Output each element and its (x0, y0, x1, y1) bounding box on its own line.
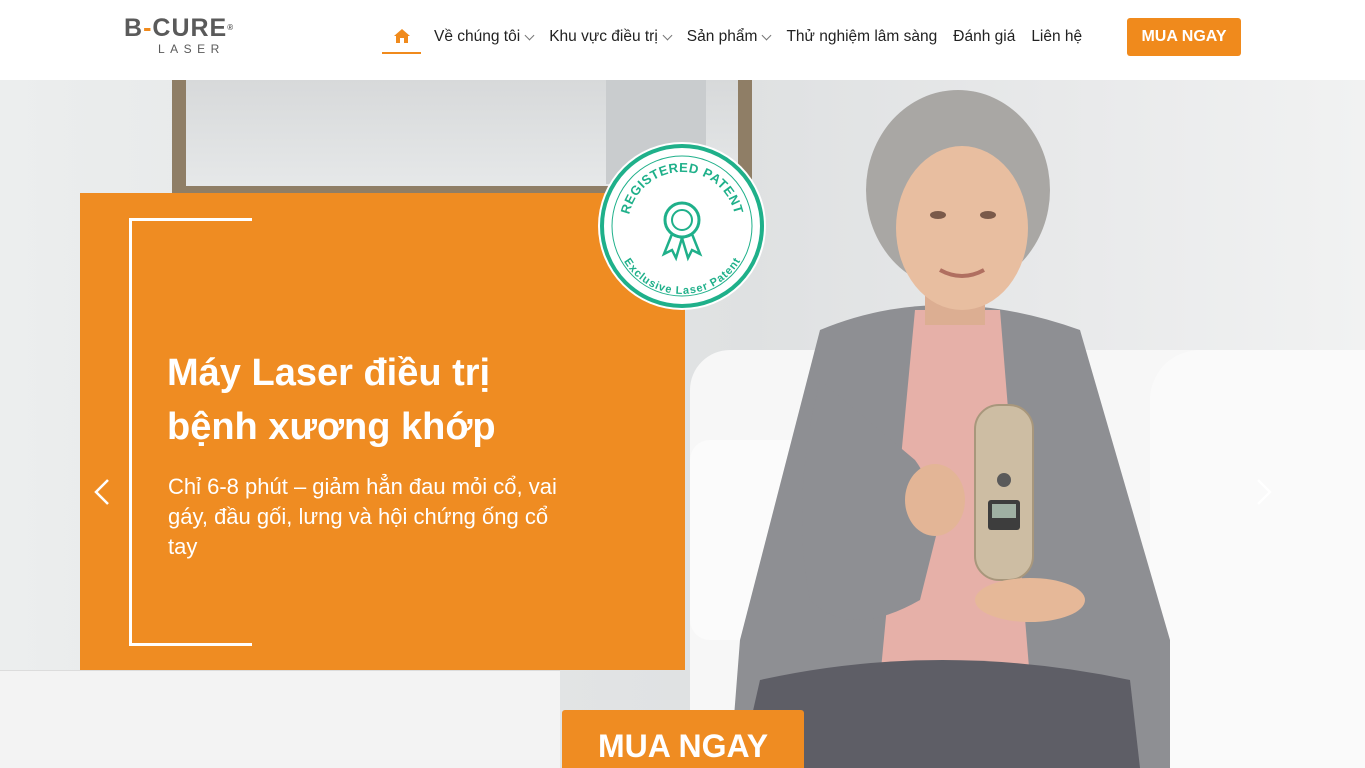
nav-contact-label: Liên hệ (1031, 28, 1083, 45)
main-nav: Về chúng tôi Khu vực điều trị Sản phẩm T… (382, 18, 1098, 56)
nav-reviews[interactable]: Đánh giá (953, 18, 1015, 56)
nav-clinical-trials-label: Thử nghiệm lâm sàng (786, 28, 938, 45)
hero-text-panel: Máy Laser điều trị bệnh xương khớp Chỉ 6… (80, 193, 685, 670)
nav-about[interactable]: Về chúng tôi (434, 18, 535, 56)
hero-person-image (730, 90, 1170, 768)
hero-subtitle: Chỉ 6-8 phút – giảm hẳn đau mỏi cổ, vai … (168, 474, 557, 559)
background-sofa-arm (1150, 350, 1365, 768)
panel-frame-top (129, 218, 252, 221)
chevron-down-icon (524, 30, 535, 40)
background-cabinet (0, 670, 560, 768)
nav-reviews-label: Đánh giá (953, 28, 1016, 45)
registered-patent-badge: REGISTERED PATENT Exclusive Laser Patent (598, 142, 766, 310)
panel-frame-left (129, 218, 132, 646)
nav-products[interactable]: Sản phẩm (686, 18, 772, 56)
chevron-down-icon (762, 30, 772, 40)
chevron-down-icon (662, 30, 673, 40)
chevron-right-icon[interactable] (1255, 478, 1273, 506)
nav-treatment-areas-label: Khu vực điều trị (549, 28, 658, 45)
patent-seal-icon: REGISTERED PATENT Exclusive Laser Patent (600, 144, 764, 308)
logo-subtext: LASER (158, 42, 225, 56)
nav-products-label: Sản phẩm (686, 28, 758, 45)
nav-home[interactable] (382, 21, 421, 54)
buy-now-button-hero[interactable]: MUA NGAY (562, 710, 804, 768)
home-icon (393, 29, 410, 43)
nav-contact[interactable]: Liên hệ (1031, 18, 1082, 56)
hero-title-line1: Máy Laser điều trị (167, 352, 491, 394)
nav-about-label: Về chúng tôi (434, 28, 521, 45)
brand-logo[interactable]: B-CURE® LASER (124, 14, 244, 62)
site-header: B-CURE® LASER Về chúng tôi Khu vực điều … (0, 0, 1365, 80)
nav-treatment-areas[interactable]: Khu vực điều trị (549, 18, 673, 56)
buy-now-button-header[interactable]: MUA NGAY (1127, 18, 1241, 56)
panel-frame-bottom (129, 643, 252, 646)
hero-title-line2: bệnh xương khớp (167, 406, 496, 448)
hero-title: Máy Laser điều trị bệnh xương khớp (167, 346, 627, 454)
hero-slider: Máy Laser điều trị bệnh xương khớp Chỉ 6… (0, 80, 1365, 768)
logo-wordmark: B-CURE® (124, 14, 235, 42)
chevron-left-icon[interactable] (93, 478, 111, 506)
nav-clinical-trials[interactable]: Thử nghiệm lâm sàng (786, 18, 937, 56)
